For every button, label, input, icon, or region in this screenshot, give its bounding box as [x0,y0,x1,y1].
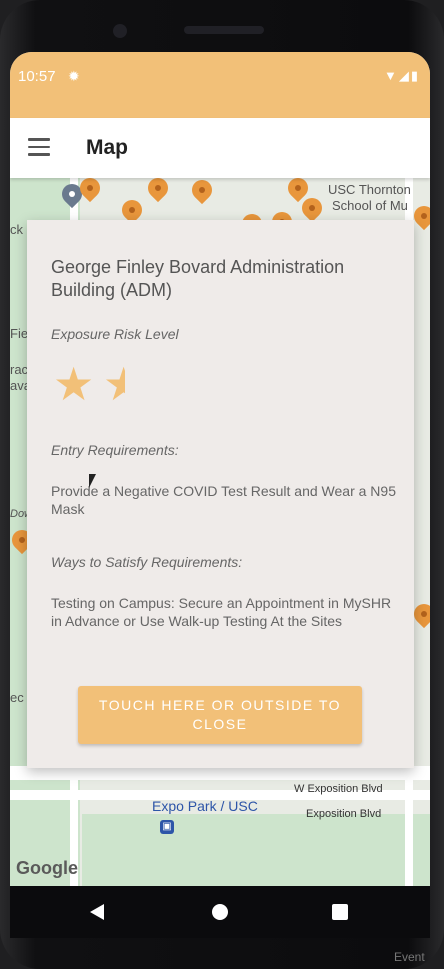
google-logo: Google [16,858,78,878]
app-screen: 10:57 ✹ ▼◢▮ Map USC Thornton School of M… [10,52,430,886]
camera-icon [113,24,127,38]
ways-text: Testing on Campus: Secure an Appointment… [51,595,392,629]
map-label: Event [394,950,425,964]
map-pin[interactable] [187,175,217,205]
map-label: Exposition Blvd [306,808,382,820]
hamburger-icon[interactable] [28,138,50,156]
risk-rating-stars: ★ ★ [53,358,173,410]
building-name: George Finley Bovard Administration Buil… [51,257,345,300]
mouse-cursor [89,474,96,488]
ways-label: Ways to Satisfy Requirements: [51,554,243,570]
back-icon[interactable] [90,904,104,920]
status-bar: 10:57 ✹ ▼◢▮ [10,52,430,118]
transit-icon: ▣ [160,820,174,834]
map-pin[interactable] [143,173,173,203]
building-info-dialog: George Finley Bovard Administration Buil… [27,220,414,768]
close-button[interactable]: TOUCH HERE OR OUTSIDE TO CLOSE [78,686,362,744]
star-half-icon: ★ [103,362,125,406]
risk-level-label: Exposure Risk Level [51,326,179,342]
app-bar: Map [10,118,430,178]
android-nav-bar [10,886,430,938]
map-label: USC Thornton [328,182,411,197]
page-title: Map [86,136,128,159]
map-pin[interactable] [297,193,327,223]
status-time: 10:57 [18,68,56,85]
speaker-grille [184,26,264,34]
map-label: School of Mu [332,198,408,213]
recents-icon[interactable] [332,904,348,920]
map-label: ec [10,690,24,705]
entry-requirements-text: Provide a Negative COVID Test Result and… [51,483,396,517]
entry-requirements-label: Entry Requirements: [51,442,179,458]
gear-icon: ✹ [68,68,80,84]
map-label: Fie [10,326,29,341]
map-label: ck [10,222,23,237]
home-icon[interactable] [212,904,228,920]
map-label: W Exposition Blvd [294,783,383,795]
map-label: rac [10,362,29,377]
map-park [82,814,430,886]
status-indicators: ▼◢▮ [383,68,420,83]
star-full-icon: ★ [53,358,95,410]
station-label[interactable]: Expo Park / USC [152,798,258,814]
